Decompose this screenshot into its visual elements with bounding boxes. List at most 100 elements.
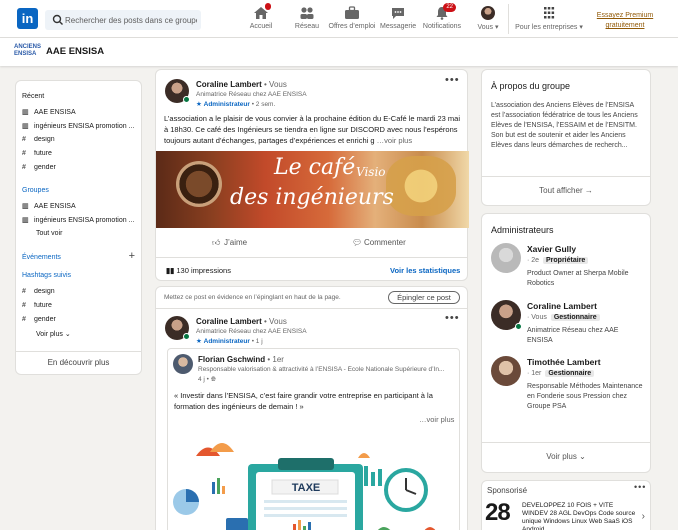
nav-messaging[interactable]: Messagerie bbox=[380, 6, 416, 36]
nav-network[interactable]: Réseau bbox=[292, 6, 322, 36]
post-card: Mettez ce post en évidence en l’épinglan… bbox=[155, 286, 468, 530]
author-degree: • Vous bbox=[264, 80, 287, 89]
admin-degree: · Vous bbox=[527, 314, 547, 321]
nav-notifications-label: Notifications bbox=[422, 23, 462, 30]
group-item-label: AAE ENSISA bbox=[34, 203, 76, 210]
admin-role: · 1er Gestionnaire bbox=[527, 370, 595, 377]
nav-business-label: Pour les entreprises ▾ bbox=[515, 24, 583, 31]
nav-home[interactable]: Accueil bbox=[246, 3, 276, 36]
home-icon bbox=[253, 3, 271, 20]
recent-item[interactable]: # gender bbox=[22, 164, 140, 171]
post-author[interactable]: Coraline Lambert • Vous bbox=[196, 80, 287, 89]
shared-author[interactable]: Florian Gschwind • 1er bbox=[198, 355, 284, 364]
try-premium-link[interactable]: Essayez Premium gratuitement bbox=[590, 11, 660, 31]
banner-title-line1: Le café bbox=[274, 155, 356, 180]
recent-item[interactable]: ▥ AAE ENSISA bbox=[22, 108, 140, 116]
author-name: Coraline Lambert bbox=[196, 80, 262, 89]
comment-icon: 💬︎ bbox=[352, 238, 363, 247]
admin-name[interactable]: Timothée Lambert bbox=[527, 357, 601, 367]
admin-avatar[interactable] bbox=[491, 356, 521, 386]
group-item[interactable]: ▥ AAE ENSISA bbox=[22, 202, 140, 210]
event-banner-image[interactable]: Le café Visio des ingénieurs bbox=[156, 151, 469, 228]
coffee-cup-image bbox=[176, 161, 222, 207]
post-author[interactable]: Coraline Lambert • Vous bbox=[196, 317, 287, 326]
author-subtitle: Animatrice Réseau chez AAE ENSISA bbox=[196, 91, 307, 98]
post-time: • 2 sem. bbox=[251, 101, 276, 108]
groups-title[interactable]: Groupes bbox=[22, 187, 49, 194]
shared-see-more-link[interactable]: …voir plus bbox=[419, 414, 454, 425]
pin-post-button[interactable]: Épingler ce post bbox=[388, 291, 460, 304]
sponsored-card[interactable]: Sponsorisé ••• 28 DEVELOPPEZ 10 FOIS + V… bbox=[481, 480, 651, 530]
hashtags-see-more[interactable]: Voir plus ⌄ bbox=[36, 330, 71, 338]
role-label: Administrateur bbox=[203, 101, 250, 108]
recent-item[interactable]: # design bbox=[22, 136, 140, 143]
globe-icon: 🌐︎ bbox=[210, 376, 216, 383]
group-title[interactable]: AAE ENSISA bbox=[46, 46, 104, 57]
avatar bbox=[481, 6, 495, 20]
see-more-link[interactable]: …voir plus bbox=[377, 136, 412, 145]
hashtag-item[interactable]: # future bbox=[22, 302, 140, 309]
tax-illustration[interactable]: TAXE bbox=[168, 434, 459, 530]
nav-notifications[interactable]: 22 Notifications bbox=[422, 3, 462, 36]
about-description: L’association des Anciens Elèves de l’EN… bbox=[491, 102, 638, 149]
view-stats-link[interactable]: Voir les statistiques bbox=[390, 266, 460, 275]
author-role: ★ Administrateur • 1 j bbox=[196, 337, 263, 345]
recent-item-label: ingénieurs ENSISA promotion ... bbox=[34, 123, 135, 130]
admins-see-more[interactable]: Voir plus ⌄ bbox=[482, 452, 650, 461]
author-avatar[interactable] bbox=[165, 79, 190, 103]
discover-more-button[interactable]: En découvrir plus bbox=[16, 358, 141, 367]
nav-jobs[interactable]: Offres d’emploi bbox=[328, 6, 376, 36]
search-box[interactable] bbox=[45, 10, 201, 30]
nav-me[interactable]: Vous ▾ bbox=[473, 6, 503, 36]
linkedin-logo-icon[interactable]: in bbox=[17, 8, 38, 29]
events-title[interactable]: Événements bbox=[22, 254, 61, 261]
admin-name[interactable]: Xavier Gully bbox=[527, 244, 576, 254]
admin-star-icon: ★ bbox=[196, 101, 202, 108]
nav-business[interactable]: Pour les entreprises ▾ bbox=[513, 6, 585, 36]
shared-author-degree: • 1er bbox=[267, 355, 284, 364]
shared-post-text: « Investir dans l’ENSISA, c’est faire gr… bbox=[174, 391, 433, 411]
recent-item-label: gender bbox=[34, 164, 56, 171]
nav-messaging-label: Messagerie bbox=[380, 23, 417, 30]
comment-button[interactable]: 💬︎ Commenter bbox=[352, 238, 406, 247]
shared-post[interactable]: Florian Gschwind • 1er Responsable valor… bbox=[167, 348, 460, 530]
hashtag-item[interactable]: # design bbox=[22, 288, 140, 295]
bar-chart-icon: ▮▮ bbox=[166, 266, 175, 275]
admin-name[interactable]: Coraline Lambert bbox=[527, 301, 597, 311]
divider bbox=[156, 257, 467, 258]
admin-description: Animatrice Réseau chez AAE ENSISA bbox=[527, 327, 619, 344]
recent-item[interactable]: ▥ ingénieurs ENSISA promotion ... bbox=[22, 122, 140, 130]
divider bbox=[16, 351, 141, 352]
author-role: ★ Administrateur • 2 sem. bbox=[196, 100, 275, 108]
more-options-icon[interactable]: ••• bbox=[445, 312, 460, 324]
more-options-icon[interactable]: ••• bbox=[634, 482, 646, 492]
admin-degree: · 1er bbox=[527, 370, 542, 377]
divider bbox=[482, 176, 650, 177]
hashtag-item[interactable]: # gender bbox=[22, 316, 140, 323]
shared-author-avatar[interactable] bbox=[173, 354, 193, 374]
hashtag-icon: # bbox=[22, 136, 26, 143]
nav-jobs-label: Offres d’emploi bbox=[328, 23, 376, 30]
author-avatar[interactable] bbox=[165, 316, 190, 340]
more-options-icon[interactable]: ••• bbox=[445, 74, 460, 86]
hashtag-icon: # bbox=[22, 302, 26, 309]
grid-icon bbox=[541, 6, 557, 20]
group-icon: ▥ bbox=[22, 109, 29, 116]
search-icon bbox=[52, 14, 63, 25]
admin-avatar[interactable] bbox=[491, 300, 522, 330]
group-icon: ▥ bbox=[22, 123, 29, 130]
chevron-right-icon[interactable]: › bbox=[642, 511, 645, 522]
group-logo[interactable]: ANCIENS ENSISA bbox=[14, 44, 41, 58]
like-button[interactable]: 👍︎ J’aime bbox=[212, 238, 247, 248]
add-event-icon[interactable]: + bbox=[129, 250, 135, 262]
admin-avatar[interactable] bbox=[491, 243, 521, 273]
recent-item[interactable]: # future bbox=[22, 150, 140, 157]
hashtags-title[interactable]: Hashtags suivis bbox=[22, 272, 71, 279]
notifications-badge: 22 bbox=[443, 3, 456, 12]
search-input[interactable] bbox=[65, 12, 197, 28]
group-item[interactable]: ▥ ingénieurs ENSISA promotion ... bbox=[22, 216, 140, 224]
groups-see-all[interactable]: Tout voir bbox=[36, 230, 62, 237]
admin-tag: Gestionnaire bbox=[550, 314, 600, 321]
show-all-button[interactable]: Tout afficher → bbox=[482, 186, 650, 195]
online-status-dot bbox=[183, 333, 190, 340]
